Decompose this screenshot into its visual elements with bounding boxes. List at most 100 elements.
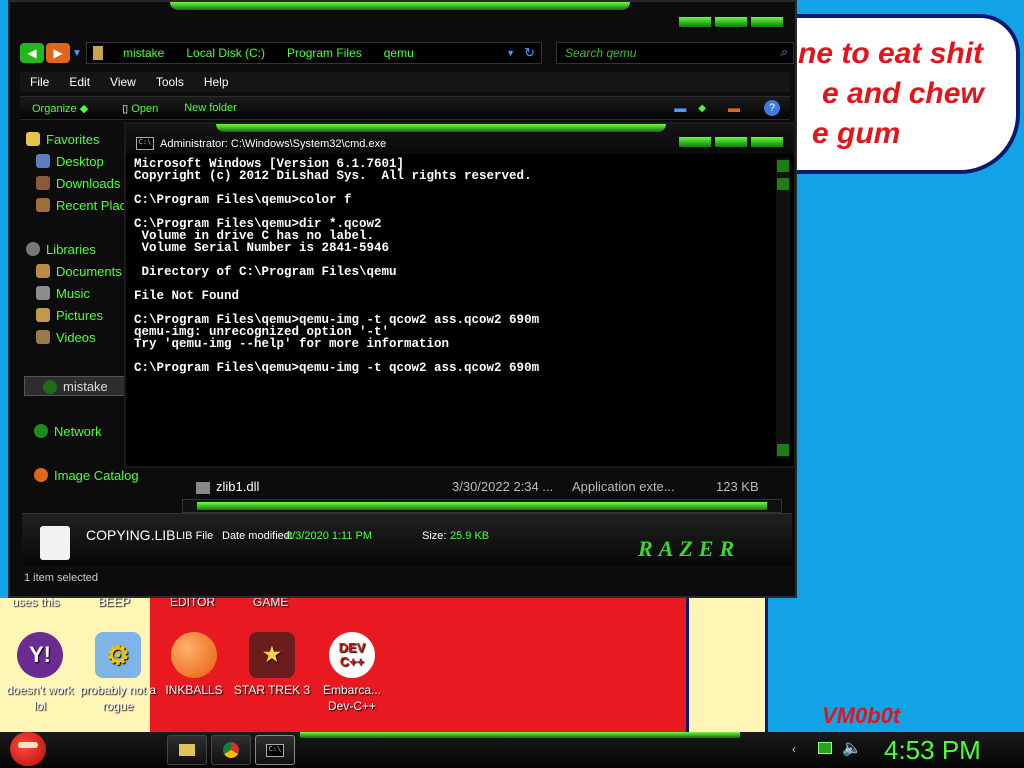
help-icon[interactable]: ? (764, 100, 780, 116)
folder-icon (93, 46, 103, 60)
sidebar-label: mistake (63, 379, 108, 394)
action-center-icon[interactable] (818, 742, 832, 754)
preview-pane-icon[interactable]: ▬ (728, 101, 740, 115)
sidebar-label: Downloads (56, 175, 121, 191)
cmd-icon: C:\ (136, 137, 154, 150)
gears-icon: ⚙ (95, 632, 141, 678)
document-icon: ▯ (122, 102, 129, 115)
desktop-icon-probably-not-a-rogue[interactable]: ⚙ probably not a rogue (78, 632, 158, 714)
console-output[interactable]: Microsoft Windows [Version 6.1.7601] Copy… (134, 158, 774, 464)
console-line: Directory of C:\Program Files\qemu (134, 265, 397, 279)
window-controls (678, 16, 784, 28)
open-button[interactable]: ▯ Open (122, 102, 158, 115)
sidebar-item-downloads[interactable]: Downloads (26, 172, 136, 194)
downloads-icon (36, 176, 50, 190)
console-line: C:\Program Files\qemu>qemu-img -t qcow2 … (134, 361, 540, 375)
desktop-icon-star-trek[interactable]: ★ STAR TREK 3 (232, 632, 312, 698)
inkball-icon (171, 632, 217, 678)
taskbar-clock[interactable]: 4:53 PM (884, 735, 981, 766)
show-hidden-icons[interactable]: ‹ (792, 742, 796, 756)
dll-file-icon (196, 482, 210, 494)
refresh-icon[interactable]: ↻ (524, 45, 535, 61)
sidebar-item-pictures[interactable]: Pictures (26, 304, 136, 326)
close-button[interactable] (750, 16, 784, 28)
desktop-icon-yahoo[interactable]: Y! doesn't work lol (0, 632, 80, 714)
breadcrumb-mistake[interactable]: mistake (123, 46, 164, 60)
cmd-vertical-scrollbar[interactable] (776, 158, 790, 458)
sidebar-item-videos[interactable]: Videos (26, 326, 136, 348)
console-line: File Not Found (134, 289, 240, 303)
back-button[interactable]: ◀ (20, 43, 44, 63)
image-catalog-icon (34, 468, 48, 482)
desktop-icon-label: STAR TREK 3 (233, 683, 311, 697)
sidebar-item-music[interactable]: Music (26, 282, 136, 304)
desktop-icon-inkballs[interactable]: INKBALLS (154, 632, 234, 698)
desktop-icon-devcpp[interactable]: DEV C++ Embarca... Dev-C++ (312, 632, 392, 714)
details-size-value: 25.9 KB (450, 530, 490, 542)
breadcrumb-program-files[interactable]: Program Files (287, 46, 362, 60)
sidebar-network[interactable]: Network (34, 420, 102, 442)
taskbar-glow (300, 732, 740, 738)
search-input[interactable]: Search qemu ⌕ (556, 42, 794, 64)
menu-help[interactable]: Help (194, 72, 239, 92)
angry-bird-icon (18, 742, 38, 748)
devcpp-icon: DEV C++ (329, 632, 375, 678)
sidebar-label: Videos (56, 329, 96, 345)
address-bar[interactable]: mistake Local Disk (C:) Program Files qe… (86, 42, 542, 64)
menu-bar: File Edit View Tools Help (20, 72, 790, 92)
scroll-down-button[interactable] (777, 444, 789, 456)
volume-icon[interactable]: 🔈 (842, 738, 862, 758)
details-modified-label: Date modified: (222, 530, 293, 542)
network-icon (34, 424, 48, 438)
desktop-icon-label: doesn't work lol (6, 683, 74, 713)
homegroup-icon (43, 380, 57, 394)
sidebar-favorites[interactable]: Favorites (26, 128, 136, 150)
address-dropdown-icon[interactable]: ▼ (506, 48, 515, 58)
details-size-label: Size: (422, 530, 447, 542)
new-folder-button[interactable]: New folder (184, 102, 237, 114)
minimize-button[interactable] (678, 16, 712, 28)
scroll-up-button[interactable] (777, 160, 789, 172)
maximize-button[interactable] (714, 16, 748, 28)
taskbar-explorer-button[interactable] (167, 735, 207, 765)
speech-line-3: e gum (812, 117, 901, 150)
view-chevron-icon[interactable]: ◆ (698, 103, 706, 114)
command-bar: Organize ◆ ▯ Open New folder ▬ ◆ ▬ ? (20, 96, 790, 120)
cmd-close-button[interactable] (750, 136, 784, 148)
scrollbar-thumb[interactable] (197, 502, 767, 510)
sidebar-label: Desktop (56, 153, 104, 169)
star-trek-icon: ★ (249, 632, 295, 678)
cmd-title: Administrator: C:\Windows\System32\cmd.e… (160, 138, 387, 150)
sidebar-item-recent-places[interactable]: Recent Places (26, 194, 136, 216)
desktop-icon-label: Embarca... Dev-C++ (322, 683, 382, 713)
taskbar-chrome-button[interactable] (211, 735, 251, 765)
details-file-type: LIB File (176, 530, 214, 542)
cmd-minimize-button[interactable] (678, 136, 712, 148)
sidebar-label: Network (54, 423, 102, 439)
sidebar-image-catalog[interactable]: Image Catalog (34, 464, 139, 486)
cmd-maximize-button[interactable] (714, 136, 748, 148)
organize-button[interactable]: Organize ◆ (32, 102, 88, 115)
taskbar-cmd-button[interactable]: C:\ (255, 735, 295, 765)
start-button[interactable] (10, 732, 46, 766)
sidebar-libraries[interactable]: Libraries (26, 238, 136, 260)
breadcrumb-qemu[interactable]: qemu (384, 46, 414, 60)
scrollbar-thumb[interactable] (777, 178, 789, 190)
cmd-title-bar[interactable]: C:\ Administrator: C:\Windows\System32\c… (126, 124, 794, 154)
sidebar-homegroup-mistake[interactable]: mistake (24, 376, 136, 396)
menu-edit[interactable]: Edit (59, 72, 100, 92)
file-row-zlib1[interactable]: zlib1.dll 3/30/2022 2:34 ... Application… (196, 479, 786, 497)
libraries-icon (26, 242, 40, 256)
sidebar-label: Music (56, 285, 90, 301)
menu-view[interactable]: View (100, 72, 146, 92)
sidebar-item-desktop[interactable]: Desktop (26, 150, 136, 172)
view-options-icon[interactable]: ▬ (674, 101, 686, 115)
breadcrumb-local-disk[interactable]: Local Disk (C:) (186, 46, 265, 60)
search-icon[interactable]: ⌕ (780, 45, 787, 60)
horizontal-scrollbar[interactable] (182, 499, 782, 513)
menu-tools[interactable]: Tools (146, 72, 194, 92)
menu-file[interactable]: File (20, 72, 59, 92)
sidebar-item-documents[interactable]: Documents (26, 260, 136, 282)
forward-button[interactable]: ▶ (46, 43, 70, 63)
recent-pages-chevron-icon[interactable]: ▼ (72, 48, 82, 59)
